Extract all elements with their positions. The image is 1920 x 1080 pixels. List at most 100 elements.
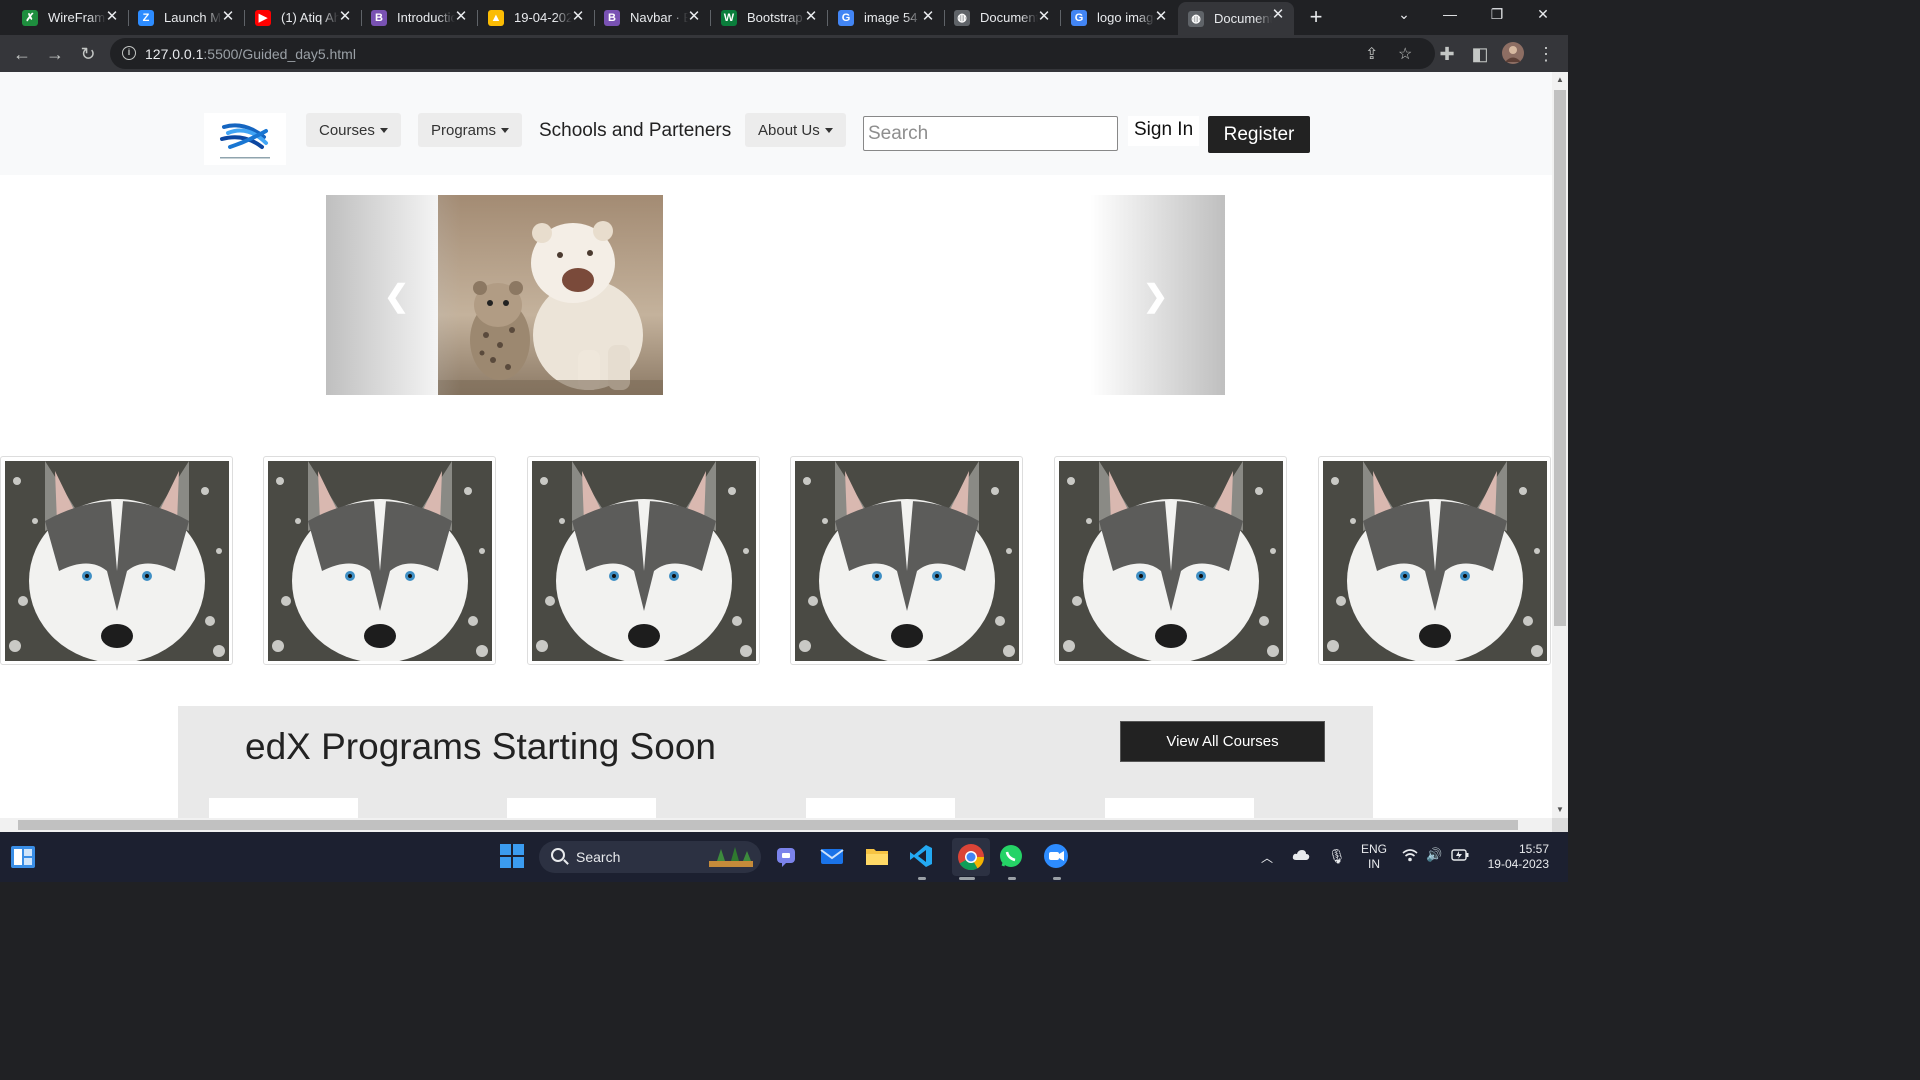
tab-close-icon[interactable]: ✕: [1036, 9, 1052, 25]
taskbar-search[interactable]: Search: [539, 841, 761, 873]
whatsapp-icon[interactable]: [998, 843, 1026, 871]
tab-close-icon[interactable]: ✕: [220, 9, 236, 25]
tab-favicon-icon: ◍: [1188, 10, 1204, 27]
vertical-scrollbar[interactable]: ▲ ▼: [1552, 72, 1568, 818]
clock[interactable]: 15:57 19-04-2023: [1485, 842, 1549, 872]
browser-tab[interactable]: Glogo image ✕: [1061, 4, 1177, 31]
about-dropdown[interactable]: About Us: [745, 113, 846, 147]
scroll-up-arrow-icon[interactable]: ▲: [1552, 72, 1568, 88]
husky-photo: [1323, 461, 1547, 661]
tab-close-icon[interactable]: ✕: [1270, 7, 1286, 23]
tab-favicon-icon: G: [838, 9, 854, 26]
browser-tab[interactable]: Gimage 54 ✕: [828, 4, 945, 31]
address-bar[interactable]: i 127.0.0.1:5500/Guided_day5.html ⇪ ☆: [110, 38, 1435, 69]
browser-tab[interactable]: ▶ (1) Atiq Ahmed✕: [245, 4, 362, 31]
tab-close-icon[interactable]: ✕: [1153, 9, 1169, 25]
browser-tab[interactable]: Z Launch Meeting✕: [128, 4, 245, 31]
tab-close-icon[interactable]: ✕: [104, 9, 120, 25]
tab-title: Launch Meeting: [164, 10, 222, 25]
menu-kebab-icon[interactable]: ⋮: [1534, 42, 1558, 66]
chrome-icon[interactable]: [952, 838, 990, 876]
battery-icon[interactable]: [1451, 849, 1469, 864]
wifi-icon[interactable]: [1402, 848, 1418, 865]
browser-tab[interactable]: ◍ Document ✕: [1178, 2, 1294, 35]
browser-tab[interactable]: ✗ WireFrame ✕: [12, 4, 129, 31]
file-explorer-icon[interactable]: [864, 843, 892, 871]
reload-icon[interactable]: ↻: [76, 42, 100, 66]
microphone-icon[interactable]: 🎙: [1328, 848, 1346, 865]
schools-link[interactable]: Schools and Parteners: [539, 120, 731, 142]
courses-dropdown[interactable]: Courses: [306, 113, 401, 147]
browser-tab[interactable]: W Bootstrap ✕: [711, 4, 828, 31]
browser-tab[interactable]: ◍ Document ✕: [944, 4, 1061, 31]
browser-tab[interactable]: ▲ 19-04-2023✕: [478, 4, 595, 31]
close-window-button[interactable]: ✕: [1533, 6, 1553, 23]
teams-chat-icon[interactable]: [774, 843, 802, 871]
tab-title: Document: [1214, 11, 1272, 26]
browser-toolbar: ← → ↻ i 127.0.0.1:5500/Guided_day5.html …: [0, 35, 1568, 72]
vertical-scroll-thumb[interactable]: [1554, 90, 1566, 626]
tab-search-icon[interactable]: ⌄: [1394, 6, 1414, 23]
thumbnail-card[interactable]: [790, 456, 1023, 665]
husky-photo: [795, 461, 1019, 661]
thumbnail-card[interactable]: [1318, 456, 1551, 665]
tab-close-icon[interactable]: ✕: [686, 9, 702, 25]
extensions-icon[interactable]: ✚: [1435, 42, 1459, 66]
tray-overflow-chevron-icon[interactable]: ︿: [1261, 849, 1273, 866]
forward-icon[interactable]: →: [43, 42, 67, 66]
onedrive-cloud-icon[interactable]: [1292, 849, 1310, 864]
horizontal-scrollbar[interactable]: [0, 818, 1552, 832]
browser-tab[interactable]: B Navbar · Bootstrap✕: [594, 4, 711, 31]
program-card[interactable]: [1105, 798, 1254, 818]
programs-dropdown[interactable]: Programs: [418, 113, 523, 147]
carousel-prev-button[interactable]: ❮: [326, 195, 461, 395]
horizontal-scroll-thumb[interactable]: [18, 820, 1518, 830]
sign-in-button[interactable]: Sign In: [1128, 116, 1200, 146]
windows-taskbar: Search ︿ 🎙 ENG IN 🔊 15:57 19-04-2023: [0, 832, 1568, 882]
mail-icon[interactable]: [819, 843, 847, 871]
vscode-icon[interactable]: [908, 843, 936, 871]
thumbnail-card[interactable]: [1054, 456, 1287, 665]
carousel-slide-lion-cubs: [438, 195, 663, 395]
site-info-icon[interactable]: i: [122, 46, 136, 60]
view-all-courses-button[interactable]: View All Courses: [1120, 721, 1325, 762]
running-indicator: [1053, 877, 1061, 880]
side-panel-icon[interactable]: ◧: [1468, 42, 1492, 66]
restore-button[interactable]: ❐: [1487, 6, 1507, 23]
program-card[interactable]: [209, 798, 358, 818]
tab-close-icon[interactable]: ✕: [453, 9, 469, 25]
language-indicator[interactable]: ENG IN: [1361, 842, 1387, 872]
program-card[interactable]: [507, 798, 656, 818]
tab-close-icon[interactable]: ✕: [803, 9, 819, 25]
register-button[interactable]: Register: [1208, 116, 1310, 153]
tab-title: Document: [980, 10, 1038, 25]
bookmark-star-icon[interactable]: ☆: [1398, 44, 1412, 64]
site-logo[interactable]: [204, 113, 286, 165]
program-card[interactable]: [806, 798, 955, 818]
minimize-button[interactable]: —: [1440, 6, 1460, 22]
tab-close-icon[interactable]: ✕: [337, 9, 353, 25]
thumbnail-card[interactable]: [263, 456, 496, 665]
new-tab-button[interactable]: +: [1304, 6, 1328, 30]
thumbnail-card[interactable]: [527, 456, 760, 665]
tab-favicon-icon: Z: [138, 9, 154, 26]
tab-close-icon[interactable]: ✕: [920, 9, 936, 25]
zoom-icon[interactable]: [1043, 843, 1071, 871]
search-input[interactable]: [863, 116, 1118, 151]
scroll-down-arrow-icon[interactable]: ▼: [1552, 802, 1568, 818]
tab-close-icon[interactable]: ✕: [570, 9, 586, 25]
volume-icon[interactable]: 🔊: [1426, 847, 1442, 863]
profile-avatar[interactable]: [1501, 42, 1525, 66]
browser-tab[interactable]: B Introduction✕: [361, 4, 478, 31]
carousel-next-button[interactable]: ❯: [1090, 195, 1225, 395]
share-icon[interactable]: ⇪: [1365, 44, 1378, 64]
scrollbar-corner: [1552, 818, 1568, 832]
thumbnail-card[interactable]: [0, 456, 233, 665]
courses-label: Courses: [319, 121, 375, 139]
back-icon[interactable]: ←: [10, 42, 34, 66]
url-text[interactable]: 127.0.0.1:5500/Guided_day5.html: [145, 46, 356, 62]
widgets-icon[interactable]: [10, 845, 36, 869]
husky-photo: [5, 461, 229, 661]
clock-date: 19-04-2023: [1487, 857, 1549, 871]
start-windows-icon[interactable]: [499, 843, 527, 871]
